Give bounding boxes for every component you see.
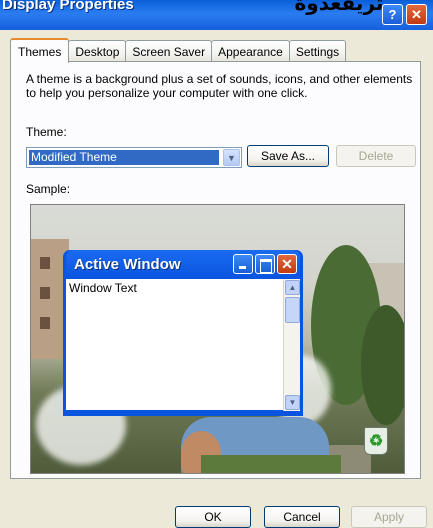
preview-title-bar: Active Window ✕ xyxy=(66,250,300,278)
theme-label: Theme: xyxy=(26,125,67,139)
theme-description: A theme is a background plus a set of so… xyxy=(26,72,413,100)
save-as-button[interactable]: Save As... xyxy=(247,145,329,167)
tab-settings[interactable]: Settings xyxy=(288,40,347,62)
theme-select-value: Modified Theme xyxy=(29,150,219,165)
theme-select[interactable]: Modified Theme ▼ xyxy=(26,147,242,168)
close-button[interactable]: ✕ xyxy=(406,4,427,25)
scroll-thumb xyxy=(285,297,300,323)
title-bar[interactable]: Display Properties تريقعدوة. ? ✕ xyxy=(0,0,433,30)
tab-themes[interactable]: Themes xyxy=(10,38,70,63)
tab-appearance[interactable]: Appearance xyxy=(211,40,290,62)
scroll-up-icon: ▲ xyxy=(285,280,300,295)
delete-button[interactable]: Delete xyxy=(336,145,416,167)
preview-scrollbar: ▲ ▼ xyxy=(283,279,300,411)
cancel-button[interactable]: Cancel xyxy=(264,506,340,528)
window-title: Display Properties xyxy=(2,0,134,13)
help-button[interactable]: ? xyxy=(382,4,403,25)
background-shrub xyxy=(361,305,404,425)
close-icon: ✕ xyxy=(277,254,297,274)
minimize-icon xyxy=(233,254,253,274)
preview-window-body: Window Text ▲ ▼ xyxy=(66,278,300,411)
title-overlay-text: تريقعدوة. xyxy=(294,0,391,15)
chevron-down-icon[interactable]: ▼ xyxy=(223,149,240,166)
recycle-bin-icon: ♻ xyxy=(364,427,388,455)
preview-window-title: Active Window xyxy=(74,255,181,273)
preview-window-text: Window Text xyxy=(69,281,137,295)
tab-strip: Themes Desktop Screen Saver Appearance S… xyxy=(10,38,347,63)
maximize-icon xyxy=(255,254,275,274)
sample-label: Sample: xyxy=(26,182,71,196)
ok-button[interactable]: OK xyxy=(175,506,251,528)
apply-button[interactable]: Apply xyxy=(351,506,427,528)
tab-desktop[interactable]: Desktop xyxy=(68,40,127,62)
preview-active-window: Active Window ✕ Window Text ▲ ▼ xyxy=(63,250,303,416)
background-flowers xyxy=(201,455,341,473)
scroll-down-icon: ▼ xyxy=(285,395,300,410)
tab-screen-saver[interactable]: Screen Saver xyxy=(125,40,213,62)
